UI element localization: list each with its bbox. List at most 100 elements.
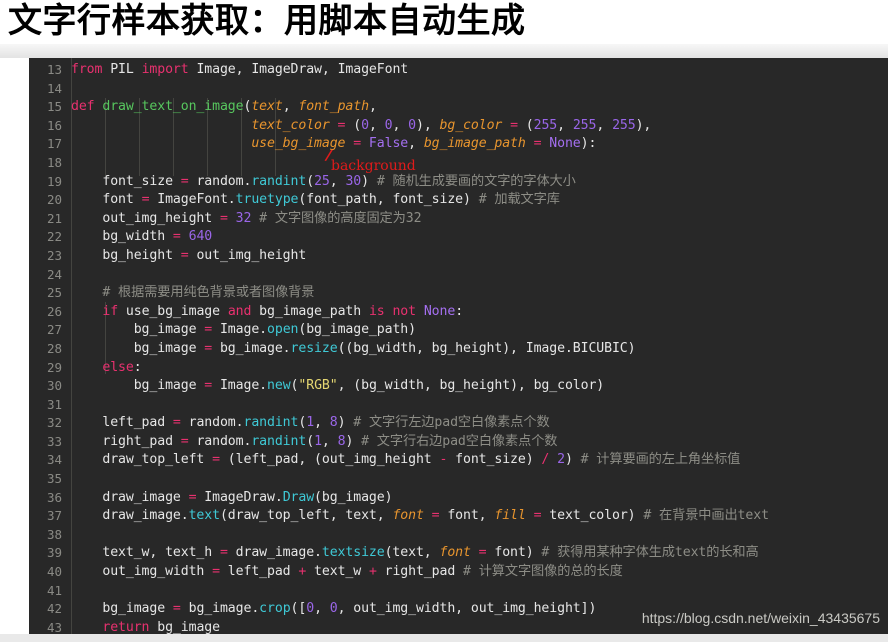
code-line-content: draw_image.text(draw_top_left, text, fon… (71, 507, 888, 526)
code-line-content: text_color = (0, 0, 0), bg_color = (255,… (71, 117, 888, 136)
slide-root: 文字行样本获取：用脚本自动生成 13 from PIL import Image,… (0, 0, 888, 642)
code-token: Image, ImageDraw, ImageFont (196, 62, 409, 77)
watermark-url: https://blog.csdn.net/weixin_43435675 (641, 610, 880, 626)
code-line[interactable]: 27 bg_image = Image.open(bg_image_path) (29, 321, 888, 340)
code-token: text (251, 99, 283, 115)
code-line[interactable]: 30 bg_image = Image.new("RGB", (bg_width… (29, 377, 888, 396)
code-token: = (204, 378, 213, 394)
code-line[interactable]: 21 out_img_height = 32 # 文字图像的高度固定为32 (29, 210, 888, 229)
line-number: 13 (46, 62, 62, 77)
code-line[interactable]: 13 from PIL import Image, ImageDraw, Imag… (29, 61, 888, 80)
code-line-content: bg_image = bg_image.resize((bg_width, bg… (71, 340, 888, 359)
code-line-content (71, 582, 888, 601)
code-token: = (502, 117, 526, 133)
code-token: bg_image. (180, 601, 260, 617)
code-token: # 文字图像的高度固定为32 (259, 210, 422, 226)
code-token: = (180, 173, 189, 189)
code-token: = (180, 433, 189, 449)
code-line[interactable]: 16 text_color = (0, 0, 0), bg_color = (2… (29, 117, 888, 136)
code-token: # 根据需要用纯色背景或者图像背景 (71, 285, 315, 301)
line-number: 30 (46, 378, 62, 394)
code-token: = (172, 415, 181, 431)
code-line[interactable]: 38 (29, 526, 888, 545)
code-token: ([ (290, 601, 307, 617)
code-token: = (172, 229, 181, 245)
code-token: , (282, 99, 299, 115)
code-token: 1 (314, 433, 322, 449)
code-token: , out_img_width, out_img_height]) (337, 601, 597, 617)
code-token: False (368, 136, 409, 152)
line-number: 32 (46, 415, 62, 431)
line-number: 33 (46, 433, 62, 449)
code-line[interactable]: 32 left_pad = random.randint(1, 8) # 文字行… (29, 414, 888, 433)
code-token: draw_top_left (71, 452, 213, 468)
code-line[interactable]: 24 (29, 266, 888, 285)
code-line-content: def draw_text_on_image(text, font_path, (71, 98, 888, 117)
line-number: 22 (46, 229, 62, 245)
code-line-content: bg_image = Image.new("RGB", (bg_width, b… (71, 377, 888, 396)
code-line[interactable]: 14 (29, 80, 888, 99)
code-token: , (329, 173, 346, 189)
code-line[interactable]: 31 (29, 396, 888, 415)
code-token: ImageFont. (149, 192, 236, 208)
code-token: bg_image (71, 322, 205, 338)
code-line[interactable]: 20 font = ImageFont.truetype(font_path, … (29, 191, 888, 210)
code-token: new (267, 378, 291, 394)
code-token: , (392, 117, 409, 133)
code-token: ) (345, 433, 362, 449)
code-line[interactable]: 39 text_w, text_h = draw_image.textsize(… (29, 544, 888, 563)
code-line[interactable]: 33 right_pad = random.randint(1, 8) # 文字… (29, 433, 888, 452)
code-line-content (71, 266, 888, 285)
code-line[interactable]: 37 draw_image.text(draw_top_left, text, … (29, 507, 888, 526)
code-line-content (71, 80, 888, 99)
code-token: font_size) (447, 452, 542, 468)
code-line[interactable]: 26 if use_bg_image and bg_image_path is … (29, 303, 888, 322)
code-token: bg_image. (212, 340, 291, 356)
code-token: text_color (251, 117, 330, 133)
code-token: None (549, 136, 581, 152)
code-line[interactable]: 17 use_bg_image = False, bg_image_path =… (29, 135, 888, 154)
code-line-content: out_img_height = 32 # 文字图像的高度固定为32 (71, 210, 888, 229)
code-token: , (408, 136, 424, 152)
code-token: random. (188, 433, 252, 449)
line-number: 31 (46, 396, 62, 412)
code-line[interactable]: 34 draw_top_left = (left_pad, (out_img_h… (29, 451, 888, 470)
code-line[interactable]: 19 font_size = random.randint(25, 30) # … (29, 173, 888, 192)
code-token: Image. (212, 322, 268, 338)
code-token: 255 (612, 117, 636, 133)
code-line-content: draw_image = ImageDraw.Draw(bg_image) (71, 489, 888, 508)
code-line-content: # 根据需要用纯色背景或者图像背景 (71, 284, 888, 303)
code-line[interactable]: 40 out_img_width = left_pad + text_w + r… (29, 563, 888, 582)
code-line[interactable]: 22 bg_width = 640 (29, 228, 888, 247)
code-line[interactable]: 15 def draw_text_on_image(text, font_path… (29, 98, 888, 117)
code-line-content (71, 470, 888, 489)
code-token: random. (188, 173, 252, 189)
code-token: right_pad (71, 433, 181, 449)
code-line-content: right_pad = random.randint(1, 8) # 文字行右边… (71, 433, 888, 452)
code-token: Draw (282, 489, 315, 505)
code-editor[interactable]: 13 from PIL import Image, ImageDraw, Imag… (29, 58, 888, 634)
code-token: left_pad (71, 415, 173, 431)
code-token: use_bg_image (118, 303, 228, 319)
code-line[interactable]: 23 bg_height = out_img_height (29, 247, 888, 266)
code-line[interactable]: 35 (29, 470, 888, 489)
code-line[interactable]: 29 else: (29, 359, 888, 378)
code-line-content: bg_width = 640 (71, 228, 888, 247)
code-line[interactable]: 25 # 根据需要用纯色背景或者图像背景 (29, 284, 888, 303)
code-token: textsize (321, 545, 385, 561)
line-number: 42 (46, 601, 62, 617)
code-token: right_pad (376, 564, 464, 580)
code-line[interactable]: 41 (29, 582, 888, 601)
code-token: bg_image (71, 601, 173, 617)
code-token: bg_image (71, 378, 205, 394)
code-line[interactable]: 28 bg_image = bg_image.resize((bg_width,… (29, 340, 888, 359)
code-token: = (345, 136, 369, 152)
code-token: (bg_image_path) (298, 322, 416, 338)
code-line[interactable]: 36 draw_image = ImageDraw.Draw(bg_image) (29, 489, 888, 508)
code-line[interactable]: 18 (29, 154, 888, 173)
line-number: 25 (46, 285, 62, 301)
code-token: 8 (329, 415, 338, 431)
